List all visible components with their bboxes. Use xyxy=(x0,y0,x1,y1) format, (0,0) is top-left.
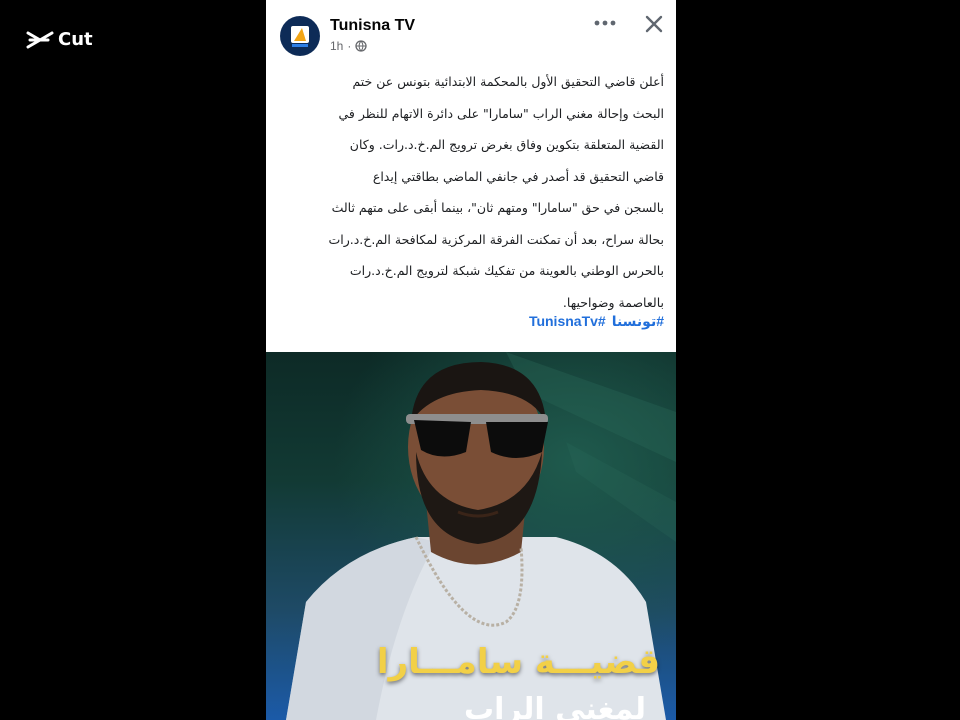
post-body-line: القضية المتعلقة بتكوين وفاق بغرض ترويج ا… xyxy=(349,137,664,152)
close-button[interactable] xyxy=(642,12,666,36)
facebook-post-card: Tunisna TV 1h · أعلن قاضي التحقيق الأول … xyxy=(266,0,676,720)
post-image[interactable]: قضيـــة سامـــارا لمغني الراب xyxy=(266,352,676,720)
image-overlay-title: قضيـــة سامـــارا xyxy=(376,642,660,682)
post-body-line: أعلن قاضي التحقيق الأول بالمحكمة الابتدا… xyxy=(352,74,664,89)
post-body-line: بحالة سراح، بعد أن تمكنت الفرقة المركزية… xyxy=(328,231,664,247)
hashtag-link[interactable]: #TunisnaTv xyxy=(529,313,606,330)
watermark-label: Cut xyxy=(58,29,93,50)
tunisna-tv-logo-icon xyxy=(280,16,320,56)
post-header: Tunisna TV 1h · xyxy=(266,0,676,62)
meta-separator: · xyxy=(347,39,352,53)
post-body-line: البحث وإحالة مغني الراب "سامارا" على دائ… xyxy=(338,105,664,121)
post-body-text: أعلن قاضي التحقيق الأول بالمحكمة الابتدا… xyxy=(278,66,664,318)
post-meta: 1h · xyxy=(330,39,368,53)
post-hashtags: #تونسنا #TunisnaTv xyxy=(529,313,664,330)
image-overlay-subtitle: لمغني الراب xyxy=(464,692,646,720)
more-horizontal-icon xyxy=(594,20,616,26)
page-avatar[interactable] xyxy=(280,16,320,56)
capcut-logo-icon xyxy=(26,31,54,48)
globe-icon xyxy=(355,40,368,52)
post-time[interactable]: 1h xyxy=(330,39,343,53)
hashtag-link[interactable]: #تونسنا xyxy=(612,313,664,330)
post-body-line: بالسجن في حق "سامارا" ومتهم ثان"، بينما … xyxy=(331,200,664,215)
page-name[interactable]: Tunisna TV xyxy=(330,17,415,35)
capcut-watermark: Cut xyxy=(26,29,93,50)
more-options-button[interactable] xyxy=(592,12,618,34)
post-body-line: قاضي التحقيق قد أصدر في جانفي الماضي بطا… xyxy=(372,168,664,184)
post-body-line: بالحرس الوطني بالعوينة من تفكيك شبكة لتر… xyxy=(349,263,664,278)
close-icon xyxy=(645,15,663,33)
